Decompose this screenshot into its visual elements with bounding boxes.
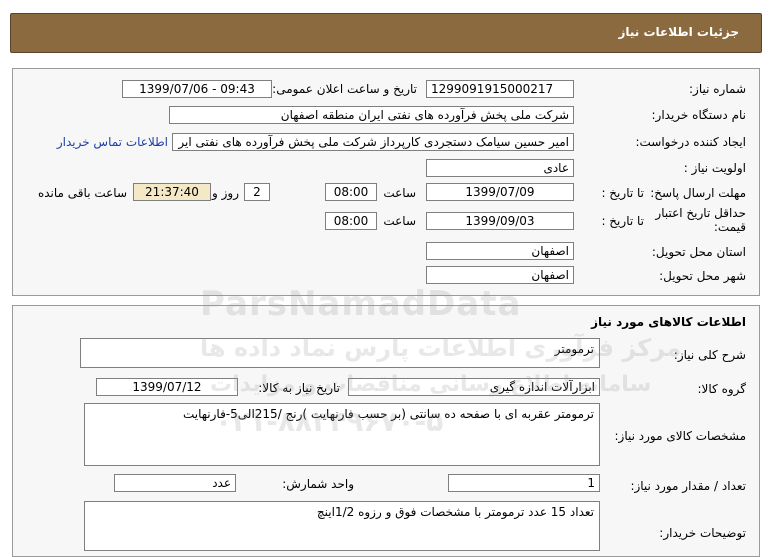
buyer-label: نام دستگاه خریدار: (651, 108, 747, 122)
deadline-until-label: تا تاریخ : (601, 186, 644, 200)
validity-label: حداقل تاریخ اعتبار قیمت: (655, 206, 746, 234)
need-info-panel (12, 68, 760, 296)
unit-label: واحد شمارش: (282, 477, 354, 491)
need-number-label: شماره نیاز: (689, 82, 746, 96)
buyer-notes-label: توضیحات خریدار: (659, 526, 746, 540)
deadline-time-label: ساعت (383, 186, 416, 200)
province-label: استان محل تحویل: (651, 245, 746, 259)
qty-field: 1 (448, 474, 600, 492)
remaining-time-field: 21:37:40 (133, 183, 211, 201)
days-remaining-field: 2 (244, 183, 270, 201)
group-field: ابزارآلات اندازه گیری (348, 378, 600, 396)
remaining-label: ساعت باقی مانده (37, 186, 127, 200)
creator-label: ایجاد کننده درخواست: (635, 135, 746, 149)
announce-label: تاریخ و ساعت اعلان عمومی: (272, 82, 417, 96)
priority-field: عادی (426, 159, 574, 177)
group-label: گروه کالا: (697, 382, 747, 396)
qty-label: تعداد / مقدار مورد نیاز: (630, 479, 746, 493)
need-date-field: 1399/07/12 (96, 378, 238, 396)
buyer-notes-field: تعداد 15 عدد ترمومتر با مشخصات فوق و رزو… (84, 501, 600, 551)
unit-field: عدد (114, 474, 236, 492)
city-label: شهر محل تحویل: (659, 269, 746, 283)
creator-field: امیر حسین سیامک دستجردی کارپرداز شرکت مل… (172, 133, 574, 151)
validity-until-label: تا تاریخ : (601, 214, 644, 228)
page-title: جزئیات اطلاعات نیاز (618, 25, 739, 39)
validity-time-field: 08:00 (325, 212, 377, 230)
summary-field: ترمومتر (80, 338, 600, 368)
city-field: اصفهان (426, 266, 574, 284)
spec-field: ترمومتر عقربه ای با صفحه ده سانتی (بر حس… (84, 403, 600, 466)
days-label: روز و (212, 186, 239, 200)
province-field: اصفهان (426, 242, 574, 260)
buyer-contact-link[interactable]: اطلاعات تماس خریدار (57, 135, 168, 149)
deadline-date-field: 1399/07/09 (426, 183, 574, 201)
spec-label: مشخصات کالای مورد نیاز: (614, 429, 746, 443)
goods-section-title: اطلاعات کالاهای مورد نیاز (591, 315, 746, 329)
page-header: جزئیات اطلاعات نیاز (10, 13, 762, 53)
need-date-label: تاریخ نیاز به کالا: (258, 381, 340, 395)
need-number-field: 1299091915000217 (426, 80, 574, 98)
validity-time-label: ساعت (383, 214, 416, 228)
deadline-label: مهلت ارسال پاسخ: (650, 186, 746, 200)
priority-label: اولویت نیاز : (683, 161, 746, 175)
deadline-time-field: 08:00 (325, 183, 377, 201)
announce-field: 1399/07/06 - 09:43 (122, 80, 272, 98)
buyer-field: شرکت ملی پخش فرآورده های نفتی ایران منطق… (169, 106, 574, 124)
summary-label: شرح کلی نیاز: (673, 348, 746, 362)
validity-date-field: 1399/09/03 (426, 212, 574, 230)
